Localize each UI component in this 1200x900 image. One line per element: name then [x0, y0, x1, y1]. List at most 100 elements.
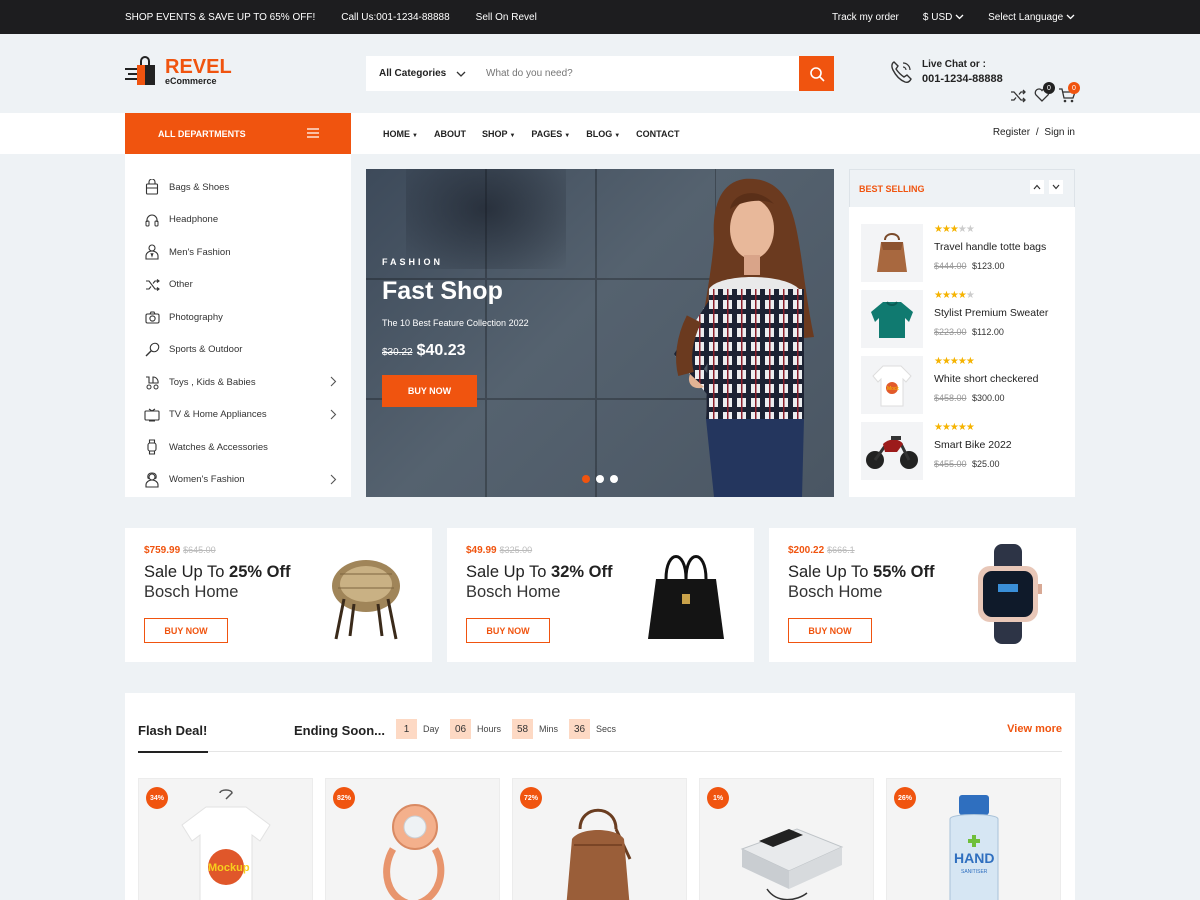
caret-down-icon: ▼ [412, 132, 418, 139]
best-selling-item[interactable]: ★★★★★ Travel handle totte bags $444.00 $… [861, 224, 1071, 282]
chevron-down-icon [1066, 14, 1075, 19]
caret-down-icon: ▼ [614, 132, 621, 139]
best-selling-item[interactable]: ★★★★★ Stylist Premium Sweater $223.00 $1… [861, 290, 1071, 348]
sidebar-item-photography[interactable]: Photography [125, 301, 351, 334]
sidebar-item-bags-shoes[interactable]: Bags & Shoes [125, 171, 351, 204]
chevron-down-icon [456, 71, 466, 77]
best-selling-item[interactable]: ★★★★★ Smart Bike 2022 $455.00 $25.00 [861, 422, 1071, 480]
hero-subtitle: The 10 Best Feature Collection 2022 [382, 318, 529, 328]
next-button[interactable] [1049, 180, 1063, 194]
promo-subline: Bosch Home [466, 583, 561, 601]
slider-dot[interactable] [610, 475, 618, 483]
flash-deal-section: Flash Deal! Ending Soon... 1 Day 06 Hour… [125, 693, 1075, 900]
hero-slider[interactable]: FASHION Fast Shop The 10 Best Feature Co… [366, 169, 834, 497]
stroller-icon [144, 374, 160, 390]
promo-price: $49.99 $325.00 [466, 545, 533, 556]
live-chat-label: Live Chat or : [922, 59, 986, 70]
nav-contact[interactable]: CONTACT [636, 129, 679, 139]
discount-badge: 34% [146, 787, 168, 809]
currency-select[interactable]: $ USD [923, 12, 964, 23]
search-icon [809, 66, 825, 82]
nav-shop[interactable]: SHOP ▼ [482, 129, 515, 139]
discount-badge: 72% [520, 787, 542, 809]
headphone-icon [144, 212, 160, 228]
sidebar-item-sports-outdoor[interactable]: Sports & Outdoor [125, 334, 351, 367]
search-input[interactable] [474, 56, 799, 91]
nav-blog[interactable]: BLOG ▼ [586, 129, 620, 139]
svg-text:Mock: Mock [887, 386, 899, 392]
language-select[interactable]: Select Language [988, 12, 1075, 23]
live-chat-phone: 001-1234-88888 [922, 73, 1003, 85]
slider-dot[interactable] [596, 475, 604, 483]
wall-tile [366, 399, 486, 497]
chair-image [332, 560, 400, 640]
countdown-secs: 36 [569, 719, 591, 739]
best-selling-item[interactable]: Mock ★★★★★ White short checkered $458.00… [861, 356, 1071, 414]
live-chat[interactable]: Live Chat or : 001-1234-88888 [888, 59, 1003, 85]
slider-dots [582, 475, 618, 483]
search-bar: All Categories [366, 56, 834, 91]
chevron-right-icon [330, 409, 337, 419]
nav-home[interactable]: HOME ▼ [383, 129, 418, 139]
model-photo [674, 178, 814, 497]
countdown-hours: 06 [450, 719, 472, 739]
category-select[interactable]: All Categories [366, 68, 474, 79]
promo-buy-now-button[interactable]: BUY NOW [144, 618, 228, 643]
cart-count-badge: 0 [1068, 82, 1080, 94]
flash-product-card[interactable]: 34% Mockup [138, 778, 313, 900]
sell-link[interactable]: Sell On Revel [476, 12, 537, 23]
shopping-bag-logo-icon [125, 56, 155, 85]
smartwatch-image [978, 544, 1042, 644]
promo-card[interactable]: $759.99 $645.00 Sale Up To 25% Off Bosch … [125, 528, 432, 662]
sidebar-item-womens-fashion[interactable]: Women's Fashion [125, 464, 351, 497]
countdown-unit: Day [423, 724, 440, 734]
signin-link[interactable]: Sign in [1044, 127, 1075, 138]
flash-product-card[interactable]: 1% [699, 778, 874, 900]
best-selling-title: BEST SELLING [859, 183, 925, 194]
discount-badge: 1% [707, 787, 729, 809]
nav-pages[interactable]: PAGES ▼ [531, 129, 570, 139]
hero-kicker: FASHION [382, 257, 444, 267]
cart-button[interactable]: 0 [1058, 82, 1080, 106]
sidebar-item-watches-accessories[interactable]: Watches & Accessories [125, 431, 351, 464]
sidebar-item-mens-fashion[interactable]: Men's Fashion [125, 236, 351, 269]
hero-buy-now-button[interactable]: BUY NOW [382, 375, 477, 407]
promo-buy-now-button[interactable]: BUY NOW [788, 618, 872, 643]
promo-buy-now-button[interactable]: BUY NOW [466, 618, 550, 643]
rating-stars: ★★★★★ [934, 290, 975, 301]
register-link[interactable]: Register [993, 127, 1030, 138]
sidebar-item-headphone[interactable]: Headphone [125, 204, 351, 237]
flash-product-card[interactable]: 26% HAND SANITISER [886, 778, 1061, 900]
flash-product-card[interactable]: 72% [512, 778, 687, 900]
promo-card[interactable]: $200.22 $666.1 Sale Up To 55% Off Bosch H… [769, 528, 1076, 662]
sidebar-item-other[interactable]: Other [125, 269, 351, 302]
flash-product-card[interactable]: 82% [325, 778, 500, 900]
promo-text: SHOP EVENTS & SAVE UP TO 65% OFF! [125, 11, 316, 23]
sidebar-item-tv-home-appliances[interactable]: TV & Home Appliances [125, 399, 351, 432]
watch-icon [144, 439, 160, 455]
wishlist-button[interactable]: 0 [1034, 82, 1055, 105]
all-departments-button[interactable]: ALL DEPARTMENTS [125, 113, 351, 154]
promo-old-price: $666.1 [827, 545, 855, 555]
compare-button[interactable] [1010, 89, 1026, 106]
promo-old-price: $645.00 [183, 545, 216, 555]
prev-button[interactable] [1030, 180, 1044, 194]
promo-card[interactable]: $49.99 $325.00 Sale Up To 32% Off Bosch H… [447, 528, 754, 662]
nav-about[interactable]: ABOUT [434, 129, 466, 139]
leaf-shadow [406, 169, 566, 269]
discount-badge: 26% [894, 787, 916, 809]
countdown-days: 1 [396, 719, 417, 739]
search-button[interactable] [799, 56, 834, 91]
call-text: Call Us:001-1234-88888 [341, 11, 450, 23]
old-price: $444.00 [934, 261, 967, 271]
hero-new-price: $40.23 [416, 342, 466, 359]
track-order-link[interactable]: Track my order [832, 12, 899, 23]
sidebar-item-toys-kids-babies[interactable]: Toys , Kids & Babies [125, 366, 351, 399]
promo-headline: Sale Up To 32% Off [466, 563, 613, 581]
section-divider [138, 751, 1062, 753]
rating-stars: ★★★★★ [934, 224, 975, 235]
price: $123.00 [972, 261, 1005, 271]
view-more-link[interactable]: View more [1007, 723, 1062, 735]
logo[interactable]: REVEL eCommerce [125, 56, 232, 88]
slider-dot[interactable] [582, 475, 590, 483]
